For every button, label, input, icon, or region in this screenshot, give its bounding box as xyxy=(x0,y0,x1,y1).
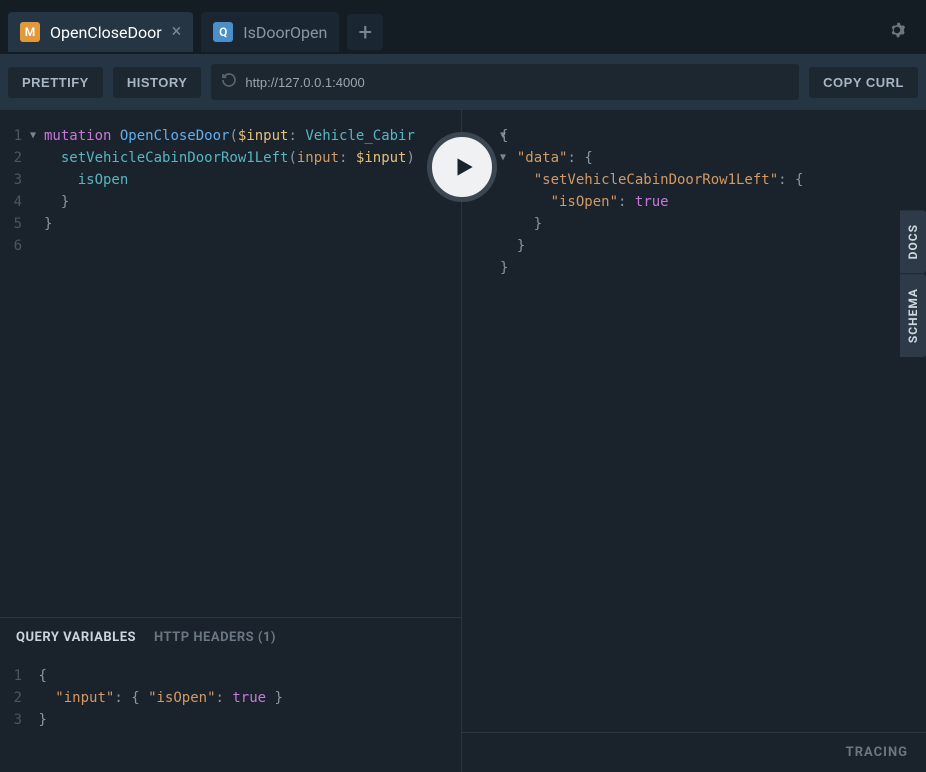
play-icon xyxy=(451,154,477,180)
query-badge-icon: Q xyxy=(213,22,233,42)
tab-http-headers[interactable]: HTTP HEADERS (1) xyxy=(154,630,276,645)
tab-query-variables[interactable]: QUERY VARIABLES xyxy=(16,630,136,645)
fold-column[interactable]: ▼ xyxy=(30,125,44,617)
copy-curl-button[interactable]: COPY CURL xyxy=(809,67,918,98)
result-pane: ▼▼ { "data": { "setVehicleCabinDoorRow1L… xyxy=(462,110,926,772)
line-gutter: 123 xyxy=(0,665,30,772)
tab-isDoorOpen[interactable]: Q IsDoorOpen xyxy=(201,12,339,52)
tab-label: OpenCloseDoor xyxy=(50,23,162,42)
schema-tab[interactable]: SCHEMA xyxy=(900,274,926,357)
tabs-bar: M OpenCloseDoor × Q IsDoorOpen + xyxy=(0,0,926,54)
reload-icon[interactable] xyxy=(221,72,237,92)
variables-code[interactable]: { "input": { "isOpen": true } } xyxy=(30,665,461,772)
query-pane: 123456 ▼ mutation OpenCloseDoor($input: … xyxy=(0,110,462,772)
line-gutter: 123456 xyxy=(0,125,30,617)
history-button[interactable]: HISTORY xyxy=(113,67,202,98)
url-input[interactable] xyxy=(245,75,789,90)
result-code: { "data": { "setVehicleCabinDoorRow1Left… xyxy=(500,125,926,732)
mutation-badge-icon: M xyxy=(20,22,40,42)
add-tab-button[interactable]: + xyxy=(347,14,383,50)
tracing-toggle[interactable]: TRACING xyxy=(462,732,926,772)
query-code[interactable]: mutation OpenCloseDoor($input: Vehicle_C… xyxy=(44,125,461,617)
prettify-button[interactable]: PRETTIFY xyxy=(8,67,103,98)
query-editor[interactable]: 123456 ▼ mutation OpenCloseDoor($input: … xyxy=(0,110,461,617)
result-viewer[interactable]: ▼▼ { "data": { "setVehicleCabinDoorRow1L… xyxy=(462,110,926,732)
close-icon[interactable]: × xyxy=(172,23,182,41)
variables-editor[interactable]: 123 { "input": { "isOpen": true } } xyxy=(0,657,461,772)
fold-column[interactable]: ▼▼ xyxy=(470,125,500,732)
execute-button[interactable] xyxy=(427,132,497,202)
bottom-tabs: QUERY VARIABLES HTTP HEADERS (1) xyxy=(0,617,461,657)
gear-icon[interactable] xyxy=(886,19,908,45)
toolbar: PRETTIFY HISTORY COPY CURL xyxy=(0,54,926,110)
tab-opencloseDoor[interactable]: M OpenCloseDoor × xyxy=(8,12,193,52)
side-tabs: DOCS SCHEMA xyxy=(900,210,926,358)
tab-label: IsDoorOpen xyxy=(243,23,327,42)
docs-tab[interactable]: DOCS xyxy=(900,210,926,273)
url-bar xyxy=(211,64,799,100)
main-area: 123456 ▼ mutation OpenCloseDoor($input: … xyxy=(0,110,926,772)
